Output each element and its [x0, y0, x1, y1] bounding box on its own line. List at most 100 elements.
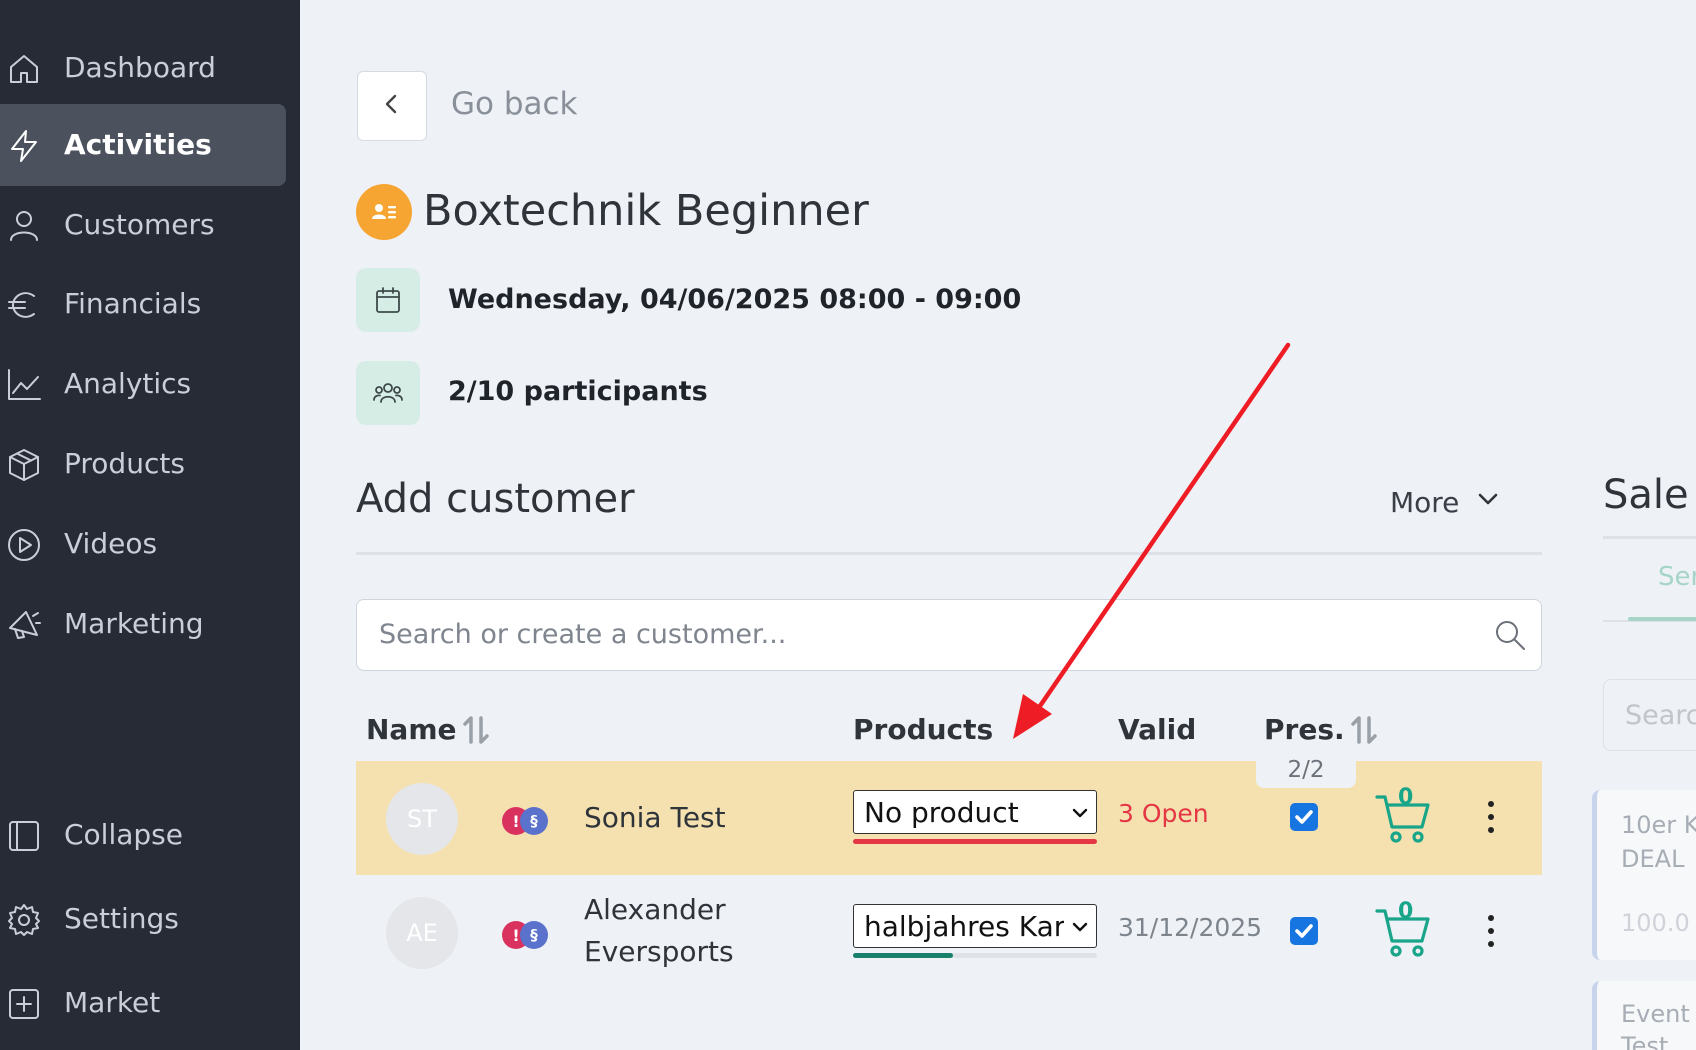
search-icon[interactable] [1493, 618, 1527, 652]
product-select-value: No product [864, 796, 1019, 829]
tab-services[interactable]: Ser [1658, 562, 1696, 592]
column-header-products: Products [853, 713, 993, 746]
customer-name-line[interactable]: Eversports [584, 931, 734, 973]
section-divider [356, 552, 1542, 555]
cart-count: 0 [1398, 785, 1414, 810]
customer-name[interactable]: Alexander Eversports [584, 889, 734, 973]
sidebar-item-label: Dashboard [64, 51, 216, 84]
participants-icon [356, 361, 420, 425]
row-menu-icon[interactable] [1482, 801, 1502, 835]
sidebar-item-label: Analytics [64, 367, 192, 400]
product-select-value: halbjahres Karte [864, 910, 1064, 943]
product-usage-fill [853, 953, 954, 958]
column-header-label: Name [366, 713, 457, 746]
sidebar-item-analytics[interactable]: Analytics [0, 343, 286, 425]
chevron-left-icon [378, 90, 406, 122]
sidebar-item-videos[interactable]: Videos [0, 503, 286, 585]
cart-icon[interactable]: 0 [1374, 899, 1432, 959]
presence-checkbox[interactable] [1290, 917, 1318, 945]
more-label: More [1390, 486, 1460, 519]
sidebar-item-market[interactable]: Market [0, 962, 286, 1044]
chevron-down-icon [1070, 917, 1090, 937]
table-row[interactable]: AE ! § Alexander Eversports halbjahres K… [356, 875, 1542, 989]
sidebar: Dashboard Activities Customers Financial… [0, 0, 300, 1050]
customer-name-line[interactable]: Sonia Test [584, 801, 726, 834]
product-card[interactable]: Event Test [1592, 981, 1696, 1050]
participants-count: 2/10 participants [448, 376, 708, 407]
sidebar-item-label: Financials [64, 287, 202, 320]
legal-badge-icon[interactable]: § [520, 807, 548, 835]
legal-badge-icon[interactable]: § [520, 921, 548, 949]
valid-date: 31/12/2025 [1118, 913, 1263, 942]
sale-panel-title: Sale t [1603, 472, 1696, 518]
product-card-name: Event [1621, 1000, 1690, 1028]
column-header-label: Products [853, 713, 994, 746]
sidebar-item-products[interactable]: Products [0, 423, 286, 505]
sidebar-item-collapse[interactable]: Collapse [0, 794, 286, 876]
go-back-label[interactable]: Go back [451, 86, 578, 122]
sidebar-item-label: Customers [64, 208, 215, 241]
sidebar-item-financials[interactable]: Financials [0, 263, 286, 345]
customer-search-input[interactable] [379, 600, 1479, 668]
product-select[interactable]: No product [853, 790, 1097, 834]
product-select[interactable]: halbjahres Karte [853, 904, 1097, 948]
table-row[interactable]: ST ! § Sonia Test No product 3 Open 0 [356, 761, 1542, 875]
calendar-icon [356, 268, 420, 332]
sidebar-collapse-icon [6, 818, 42, 854]
gear-icon [6, 902, 42, 938]
customer-name[interactable]: Sonia Test [584, 797, 726, 839]
presence-checkbox[interactable] [1290, 803, 1318, 831]
page-title: Boxtechnik Beginner [423, 186, 869, 236]
sort-icon[interactable] [461, 714, 491, 746]
sidebar-item-customers[interactable]: Customers [0, 184, 286, 266]
column-header-valid: Valid [1118, 713, 1196, 746]
avatar[interactable]: ST [386, 783, 458, 855]
go-back-button[interactable] [357, 71, 427, 141]
product-usage-fill [853, 839, 1097, 844]
cart-count: 0 [1398, 899, 1414, 924]
customer-badges: ! § [502, 807, 550, 835]
customer-name-line[interactable]: Alexander [584, 889, 734, 931]
sidebar-item-label: Collapse [64, 818, 183, 851]
customer-search [356, 599, 1542, 671]
sidebar-item-label: Market [64, 986, 161, 1019]
avatar[interactable]: AE [386, 897, 458, 969]
sidebar-item-dashboard[interactable]: Dashboard [0, 27, 286, 109]
add-customer-heading: Add customer [356, 476, 635, 522]
product-card-tag: Test [1621, 1032, 1669, 1050]
customer-badges: ! § [502, 921, 550, 949]
column-header-pres[interactable]: Pres. [1264, 713, 1379, 746]
sidebar-item-settings[interactable]: Settings [0, 878, 286, 960]
box-icon [6, 447, 42, 483]
sidebar-item-label: Settings [64, 902, 179, 935]
sale-panel-divider [1603, 536, 1696, 539]
play-circle-icon [6, 527, 42, 563]
cart-icon[interactable]: 0 [1374, 785, 1432, 845]
plus-square-icon [6, 986, 42, 1022]
chevron-down-icon [1070, 803, 1090, 823]
chevron-down-icon [1459, 484, 1503, 521]
sidebar-item-label: Products [64, 447, 185, 480]
tab-underline-active [1628, 617, 1696, 621]
class-type-icon [356, 184, 412, 240]
more-dropdown[interactable]: More [1390, 484, 1503, 521]
valid-status[interactable]: 3 Open [1118, 799, 1209, 828]
column-header-name[interactable]: Name [366, 713, 491, 746]
product-usage-bar [853, 953, 1097, 958]
sidebar-item-activities[interactable]: Activities [0, 104, 286, 186]
product-usage-bar [853, 839, 1097, 844]
product-card-tag: DEAL [1621, 845, 1685, 873]
column-header-label: Pres. [1264, 713, 1345, 746]
sort-icon[interactable] [1349, 714, 1379, 746]
home-icon [6, 51, 42, 87]
sale-search-input[interactable]: Searc [1603, 679, 1696, 751]
row-menu-icon[interactable] [1482, 915, 1502, 949]
user-icon [6, 208, 42, 244]
sidebar-item-marketing[interactable]: Marketing [0, 583, 286, 665]
column-header-label: Valid [1118, 713, 1197, 746]
sidebar-item-label: Activities [64, 128, 212, 161]
product-card[interactable]: 10er K DEAL 100.0 [1592, 790, 1696, 960]
euro-icon [6, 287, 42, 323]
product-card-name: 10er K [1621, 811, 1696, 839]
chart-line-icon [6, 367, 42, 403]
